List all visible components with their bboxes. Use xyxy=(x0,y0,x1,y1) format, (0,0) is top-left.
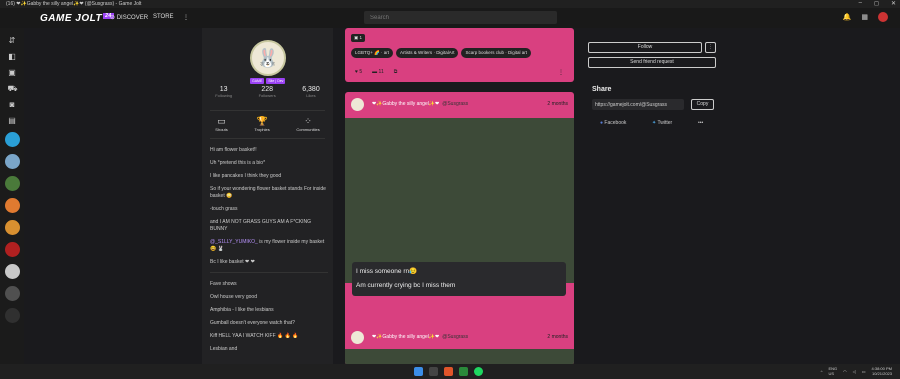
post-tag[interactable]: LGBTQ+ 🌈 · art xyxy=(351,48,394,58)
share-heading: Share xyxy=(592,86,612,93)
image-count-badge: ▣ 1 xyxy=(351,34,366,42)
spotify-icon[interactable] xyxy=(474,367,483,376)
left-sidebar: ⇵ ◧ ▣ ⛟ ◙ ▤ xyxy=(0,28,24,364)
post-text: I miss someone rn😥 Am currently crying b… xyxy=(352,262,566,296)
more-share-button[interactable]: ••• xyxy=(698,120,703,126)
gamejolt-app-icon[interactable] xyxy=(429,367,438,376)
community-icon-2[interactable] xyxy=(4,154,20,169)
top-navigation: GAME JOLT24 ⊘ DISCOVER STORE ⋮ 🔔 ▦ xyxy=(0,8,900,28)
post-feed: ▣ 1 LGBTQ+ 🌈 · art Artists & Writers · D… xyxy=(345,28,574,364)
chrome-icon[interactable] xyxy=(459,367,468,376)
friend-request-button[interactable]: Send friend request xyxy=(588,57,716,68)
post-handle[interactable]: @Susgrass xyxy=(442,334,468,340)
language-indicator[interactable]: ENG US xyxy=(829,366,838,376)
post-handle[interactable]: @Susgrass xyxy=(442,101,468,107)
activity-icon[interactable]: ▦ xyxy=(861,13,868,21)
minimize-button[interactable]: – xyxy=(859,0,862,7)
post-tag[interactable]: Artists & Writers · DigitalArt xyxy=(396,48,459,58)
share-url-field[interactable]: https://gamejolt.com/@Susgrass xyxy=(592,99,684,110)
communities-button[interactable]: ⁘ Communities xyxy=(296,116,319,132)
profile-badge: GAME xyxy=(250,78,265,84)
comment-icon: ▬ xyxy=(372,69,378,75)
trophy-icon: 🏆 xyxy=(256,116,268,126)
window-titlebar: (16) ❤✨Gabby the silly angel✨❤ (@Susgras… xyxy=(0,0,900,8)
community-icon-6[interactable] xyxy=(4,242,20,257)
game-icon[interactable]: ◧ xyxy=(8,52,17,61)
bell-icon[interactable]: 🔔 xyxy=(843,13,852,21)
divider xyxy=(210,110,325,111)
profile-avatar[interactable]: 🐰 xyxy=(250,40,286,76)
cart-icon[interactable]: ⛟ xyxy=(8,84,18,93)
chevron-up-icon[interactable]: ^ xyxy=(821,369,823,374)
community-icon-1[interactable] xyxy=(4,132,20,147)
stat-followers[interactable]: 228 Followers xyxy=(259,86,276,98)
list-icon[interactable]: ▤ xyxy=(8,116,17,125)
window-title: (16) ❤✨Gabby the silly angel✨❤ (@Susgras… xyxy=(6,1,142,7)
wifi-icon[interactable]: ◠ xyxy=(843,369,847,374)
logo-text: GAME JOLT xyxy=(40,13,103,24)
divider xyxy=(210,138,325,139)
post-image[interactable] xyxy=(345,349,574,364)
profile-badge: Site | Dev xyxy=(266,78,286,84)
shouts-button[interactable]: ▭ Shouts xyxy=(215,116,227,132)
community-icon-9[interactable] xyxy=(4,308,20,323)
windows-start-icon[interactable] xyxy=(414,367,423,376)
close-button[interactable]: ✕ xyxy=(891,0,896,7)
post-author-avatar[interactable] xyxy=(351,97,364,111)
post-author-avatar[interactable] xyxy=(351,330,364,344)
profile-bio: Hi am flower basket!! Uh *pretend this i… xyxy=(210,147,328,359)
post-tag[interactable]: Scarp bookers club · Digital art xyxy=(461,48,531,58)
community-icon-3[interactable] xyxy=(4,176,20,191)
right-sidebar: Follow ⋮ Send friend request xyxy=(588,42,716,68)
like-button[interactable]: ♥ 5 xyxy=(355,69,362,75)
comment-button[interactable]: ▬ 11 xyxy=(372,69,384,75)
community-icon-4[interactable] xyxy=(4,198,20,213)
post-time: 2 months xyxy=(547,101,568,107)
compass-icon: ⊘ xyxy=(110,15,117,21)
post-author[interactable]: ❤✨Gabby the silly angel✨❤ xyxy=(372,101,439,107)
system-clock[interactable]: 4:38:00 PM 10/21/2023 xyxy=(872,366,892,376)
search-input[interactable] xyxy=(364,11,557,24)
community-icon-5[interactable] xyxy=(4,220,20,235)
library-icon[interactable]: ⇵ xyxy=(8,36,17,45)
copy-button[interactable]: Copy xyxy=(691,99,714,110)
post-card[interactable]: ▣ 1 LGBTQ+ 🌈 · art Artists & Writers · D… xyxy=(345,28,574,82)
maximize-button[interactable]: ◻ xyxy=(874,0,879,7)
nav-store[interactable]: STORE xyxy=(153,14,174,20)
nav-more-button[interactable]: ⋮ xyxy=(183,14,189,21)
trophies-button[interactable]: 🏆 Trophies xyxy=(254,116,269,132)
post-card[interactable]: ❤✨Gabby the silly angel✨❤ @Susgrass 2 mo… xyxy=(345,325,574,364)
nav-discover[interactable]: ⊘ DISCOVER xyxy=(110,14,148,21)
community-icon-7[interactable] xyxy=(4,264,20,279)
gamejolt-logo[interactable]: GAME JOLT 24 xyxy=(40,13,114,24)
post-more-button[interactable]: ⋮ xyxy=(558,69,564,76)
communities-icon: ⁘ xyxy=(304,116,312,126)
facebook-share-button[interactable]: ● Facebook xyxy=(600,120,626,126)
heart-icon: ♥ xyxy=(355,69,358,75)
firefox-icon[interactable] xyxy=(444,367,453,376)
windows-taskbar: ^ ENG US ◠ ◁ ▭ 4:38:00 PM 10/21/2023 xyxy=(0,364,900,379)
twitter-share-button[interactable]: ✦ Twitter xyxy=(652,120,672,126)
post-time: 2 months xyxy=(547,334,568,340)
post-card[interactable]: ❤✨Gabby the silly angel✨❤ @Susgrass 2 mo… xyxy=(345,92,574,351)
battery-icon[interactable]: ▭ xyxy=(862,369,866,374)
post-image[interactable] xyxy=(345,118,574,283)
shouts-icon: ▭ xyxy=(217,116,226,126)
volume-icon[interactable]: ◁ xyxy=(853,369,856,374)
profile-card: 🐰 GAME Site | Dev 13 Following 228 Followe… xyxy=(202,28,333,364)
follow-button[interactable]: Follow xyxy=(588,42,702,53)
chat-icon[interactable]: ◙ xyxy=(8,100,17,109)
post-author[interactable]: ❤✨Gabby the silly angel✨❤ xyxy=(372,334,439,340)
user-avatar[interactable] xyxy=(878,12,888,22)
bag-icon[interactable]: ▣ xyxy=(8,68,17,77)
share-icon[interactable]: ⧉ xyxy=(394,69,398,75)
profile-more-button[interactable]: ⋮ xyxy=(705,42,716,53)
stat-likes: 6,380 Likes xyxy=(302,86,320,98)
mention-link[interactable]: @_S1LLY_YUMIKO_ xyxy=(210,239,258,245)
community-icon-8[interactable] xyxy=(4,286,20,301)
stat-following[interactable]: 13 Following xyxy=(215,86,232,98)
